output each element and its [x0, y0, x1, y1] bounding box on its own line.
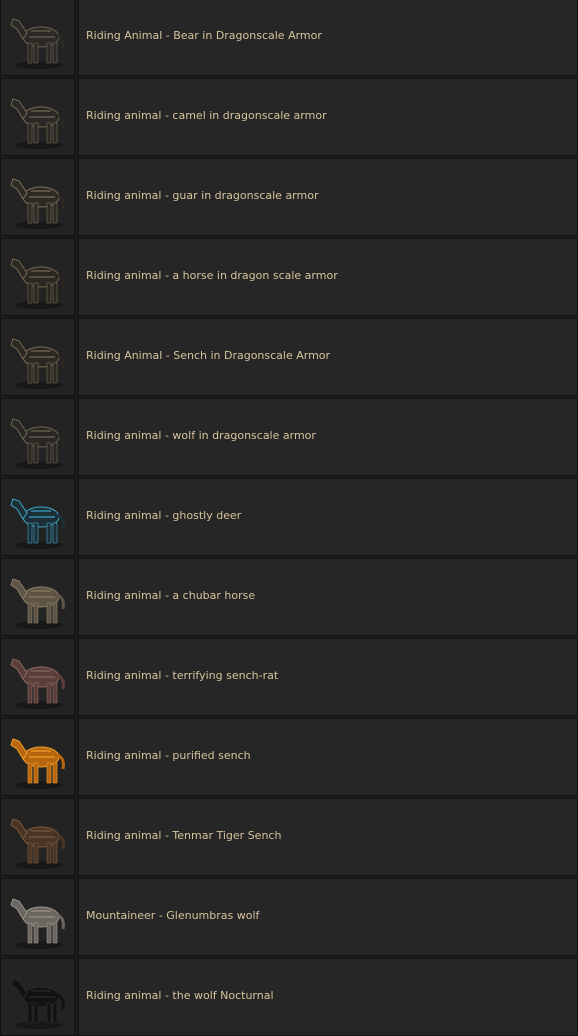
mount-name: Mountaineer - Glenumbras wolf [86, 909, 260, 922]
list-item[interactable]: Mountaineer - Glenumbras wolf [0, 878, 578, 956]
mount-thumbnail [0, 638, 75, 716]
mount-name: Riding animal - a horse in dragon scale … [86, 269, 338, 282]
mount-name-cell: Riding Animal - Sench in Dragonscale Arm… [78, 318, 578, 396]
mount-list: Riding Animal - Bear in Dragonscale Armo… [0, 0, 578, 1036]
wolf-armor-icon [10, 418, 65, 469]
mount-name: Riding animal - Tenmar Tiger Sench [86, 829, 282, 842]
mount-name: Riding animal - guar in dragonscale armo… [86, 189, 319, 202]
sench-rat-icon [10, 658, 65, 709]
mount-name: Riding animal - a chubar horse [86, 589, 256, 602]
mount-thumbnail [0, 0, 75, 76]
mount-name: Riding Animal - Sench in Dragonscale Arm… [86, 349, 331, 362]
mount-name: Riding animal - ghostly deer [86, 509, 242, 522]
list-item[interactable]: Riding animal - a horse in dragon scale … [0, 238, 578, 316]
chubar-horse-icon [10, 578, 65, 629]
mount-name-cell: Riding animal - wolf in dragonscale armo… [78, 398, 578, 476]
guar-armor-icon [10, 178, 65, 229]
camel-armor-icon [10, 98, 65, 149]
horse-armor-icon [10, 258, 65, 309]
mount-thumbnail [0, 318, 75, 396]
nocturnal-wolf-icon [10, 978, 65, 1029]
mount-name: Riding animal - terrifying sench-rat [86, 669, 279, 682]
list-item[interactable]: Riding Animal - Bear in Dragonscale Armo… [0, 0, 578, 76]
mount-thumbnail [0, 78, 75, 156]
mount-thumbnail [0, 878, 75, 956]
mount-name: Riding animal - the wolf Nocturnal [86, 989, 274, 1002]
mount-name: Riding animal - camel in dragonscale arm… [86, 109, 327, 122]
mount-name: Riding Animal - Bear in Dragonscale Armo… [86, 29, 322, 42]
list-item[interactable]: Riding animal - camel in dragonscale arm… [0, 78, 578, 156]
mount-name-cell: Riding animal - a horse in dragon scale … [78, 238, 578, 316]
mount-thumbnail [0, 398, 75, 476]
ghostly-deer-icon [10, 498, 65, 549]
mount-name: Riding animal - wolf in dragonscale armo… [86, 429, 316, 442]
mount-name-cell: Riding animal - ghostly deer [78, 478, 578, 556]
list-item[interactable]: Riding animal - terrifying sench-rat [0, 638, 578, 716]
mount-name-cell: Mountaineer - Glenumbras wolf [78, 878, 578, 956]
mount-thumbnail [0, 158, 75, 236]
sench-armor-icon [10, 338, 65, 389]
purified-sench-icon [10, 738, 65, 789]
mount-name-cell: Riding Animal - Bear in Dragonscale Armo… [78, 0, 578, 76]
mount-name-cell: Riding animal - terrifying sench-rat [78, 638, 578, 716]
mount-thumbnail [0, 558, 75, 636]
list-item[interactable]: Riding animal - the wolf Nocturnal [0, 958, 578, 1036]
tenmar-tiger-sench-icon [10, 818, 65, 869]
bear-armor-icon [10, 18, 65, 69]
mount-name-cell: Riding animal - Tenmar Tiger Sench [78, 798, 578, 876]
mount-name-cell: Riding animal - camel in dragonscale arm… [78, 78, 578, 156]
mount-thumbnail [0, 238, 75, 316]
mount-name-cell: Riding animal - the wolf Nocturnal [78, 958, 578, 1036]
mount-name-cell: Riding animal - guar in dragonscale armo… [78, 158, 578, 236]
mount-thumbnail [0, 478, 75, 556]
list-item[interactable]: Riding Animal - Sench in Dragonscale Arm… [0, 318, 578, 396]
list-item[interactable]: Riding animal - wolf in dragonscale armo… [0, 398, 578, 476]
mount-thumbnail [0, 718, 75, 796]
mount-name-cell: Riding animal - a chubar horse [78, 558, 578, 636]
list-item[interactable]: Riding animal - a chubar horse [0, 558, 578, 636]
glenumbra-wolf-icon [10, 898, 65, 949]
mount-name: Riding animal - purified sench [86, 749, 251, 762]
list-item[interactable]: Riding animal - purified sench [0, 718, 578, 796]
mount-thumbnail [0, 958, 75, 1036]
list-item[interactable]: Riding animal - Tenmar Tiger Sench [0, 798, 578, 876]
list-item[interactable]: Riding animal - guar in dragonscale armo… [0, 158, 578, 236]
mount-thumbnail [0, 798, 75, 876]
mount-name-cell: Riding animal - purified sench [78, 718, 578, 796]
list-item[interactable]: Riding animal - ghostly deer [0, 478, 578, 556]
